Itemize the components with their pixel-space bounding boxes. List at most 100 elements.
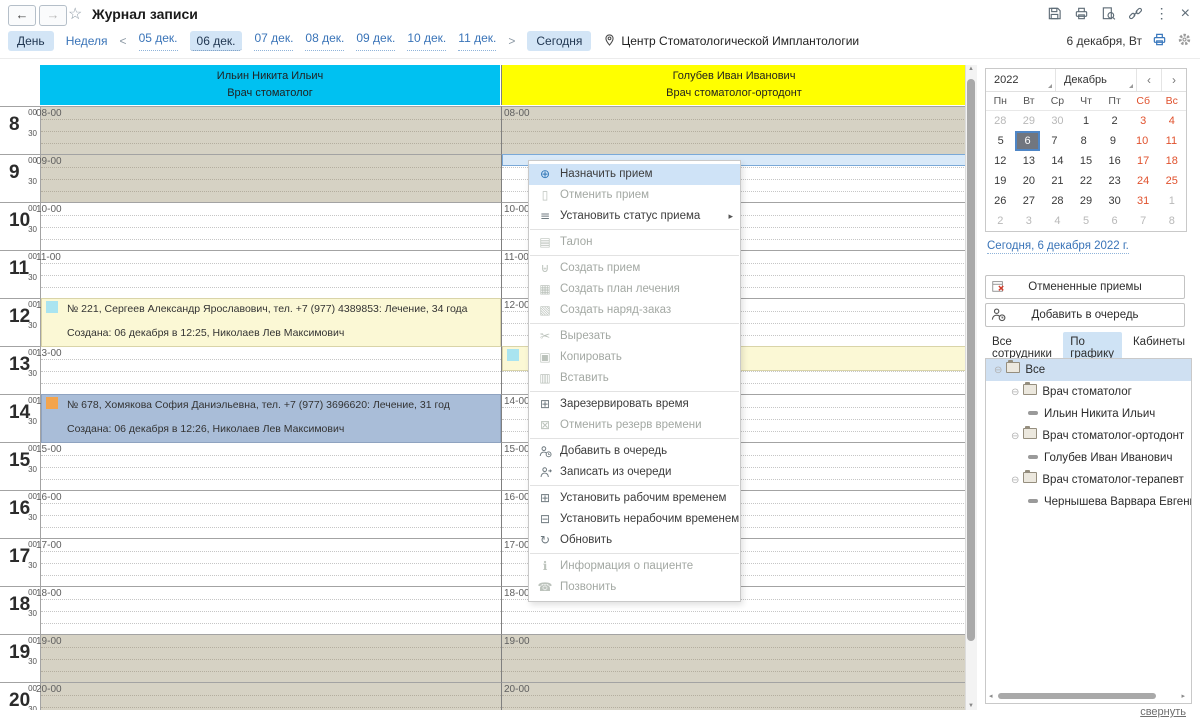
date-tab[interactable]: 06 дек. bbox=[189, 31, 243, 51]
calendar-next-month-icon[interactable]: › bbox=[1162, 69, 1186, 91]
menu-item-set-status[interactable]: ≡ Установить статус приема ▸ bbox=[529, 206, 740, 227]
forward-button[interactable]: → bbox=[39, 5, 67, 26]
calendar-day[interactable]: 25 bbox=[1157, 171, 1186, 191]
date-tab[interactable]: 09 дек. bbox=[356, 31, 396, 51]
date-tab[interactable]: 08 дек. bbox=[305, 31, 345, 51]
tree-item[interactable]: Голубев Иван Иванович bbox=[986, 447, 1191, 469]
menu-item-cut[interactable]: ✂ Вырезать bbox=[529, 326, 740, 347]
calendar-day[interactable]: 17 bbox=[1129, 151, 1158, 171]
menu-item-patient-info[interactable]: ℹ Информация о пациенте bbox=[529, 556, 740, 577]
save-icon[interactable] bbox=[1047, 6, 1062, 21]
vertical-scrollbar[interactable]: ▲ ▼ bbox=[965, 65, 977, 710]
favorite-star-icon[interactable]: ☆ bbox=[68, 4, 82, 24]
calendar-day[interactable]: 1 bbox=[1072, 111, 1101, 131]
tree-horizontal-scrollbar[interactable]: ◂ ▸ bbox=[989, 692, 1185, 700]
calendar-day-selected[interactable]: 6 bbox=[1015, 131, 1040, 151]
appointment-block[interactable]: № 678, Хомякова София Даниэльевна, тел. … bbox=[41, 394, 501, 443]
schedule-cell[interactable]: 17-00 bbox=[36, 538, 501, 587]
schedule-cell[interactable]: 13-00 bbox=[36, 346, 501, 395]
calendar-day[interactable]: 19 bbox=[986, 171, 1015, 191]
vertical-scrollbar-thumb[interactable] bbox=[967, 79, 975, 641]
tree-item[interactable]: ⊖ Врач стоматолог-ортодонт bbox=[986, 425, 1191, 447]
doctor-column-header[interactable]: Голубев Иван Иванович Врач стоматолог-орт… bbox=[501, 65, 966, 105]
tree-item[interactable]: Чернышева Варвара Евгеньев... bbox=[986, 491, 1191, 513]
menu-item-refresh[interactable]: ↻ Обновить bbox=[529, 530, 740, 551]
schedule-cell[interactable]: 15-00 bbox=[36, 442, 501, 491]
date-tab[interactable]: 11 дек. bbox=[458, 31, 497, 51]
view-week-button[interactable]: Неделя bbox=[66, 34, 108, 48]
calendar-day[interactable]: 4 bbox=[1043, 211, 1072, 231]
calendar-day[interactable]: 29 bbox=[1072, 191, 1101, 211]
tree-item[interactable]: Ильин Никита Ильич bbox=[986, 403, 1191, 425]
preview-icon[interactable] bbox=[1101, 6, 1116, 21]
schedule-cell[interactable]: 08-00 bbox=[36, 106, 501, 155]
calendar-day[interactable]: 5 bbox=[1072, 211, 1101, 231]
collapse-toggle-icon[interactable]: ⊖ bbox=[994, 365, 1002, 376]
schedule-cell[interactable]: 11-00 bbox=[36, 250, 501, 299]
calendar-day[interactable]: 4 bbox=[1157, 111, 1186, 131]
date-tab[interactable]: 07 дек. bbox=[254, 31, 294, 51]
back-button[interactable]: ← bbox=[8, 5, 36, 26]
tree-scroll-left-icon[interactable]: ◂ bbox=[989, 692, 993, 700]
doctor-column-header[interactable]: Ильин Никита Ильич Врач стоматолог bbox=[40, 65, 500, 105]
calendar-day[interactable]: 2 bbox=[1100, 111, 1129, 131]
menu-item-copy[interactable]: ▣ Копировать bbox=[529, 347, 740, 368]
close-icon[interactable]: × bbox=[1181, 6, 1190, 22]
date-tab[interactable]: 05 дек. bbox=[138, 31, 178, 51]
tree-scroll-right-icon[interactable]: ▸ bbox=[1181, 692, 1185, 700]
settings-gear-icon[interactable] bbox=[1177, 32, 1192, 50]
calendar-day[interactable]: 20 bbox=[1015, 171, 1044, 191]
schedule-cell[interactable]: 16-00 bbox=[36, 490, 501, 539]
calendar-day[interactable]: 30 bbox=[1100, 191, 1129, 211]
calendar-day[interactable]: 10 bbox=[1128, 131, 1157, 151]
calendar-day[interactable]: 16 bbox=[1100, 151, 1129, 171]
print-icon[interactable] bbox=[1074, 6, 1089, 21]
next-dates-icon[interactable]: > bbox=[508, 34, 515, 48]
add-to-queue-button[interactable]: Добавить в очередь bbox=[985, 303, 1185, 327]
calendar-day[interactable]: 3 bbox=[1015, 211, 1044, 231]
scroll-down-icon[interactable]: ▼ bbox=[968, 703, 974, 709]
today-button[interactable]: Сегодня bbox=[527, 31, 592, 51]
calendar-day[interactable]: 1 bbox=[1157, 191, 1186, 211]
calendar-day[interactable]: 31 bbox=[1129, 191, 1158, 211]
cancelled-appointments-button[interactable]: Отмененные приемы bbox=[985, 275, 1185, 299]
calendar-year-select[interactable]: 2022 bbox=[986, 69, 1056, 91]
clinic-selector[interactable]: Центр Стоматологической Имплантологии bbox=[603, 33, 859, 50]
calendar-day[interactable]: 6 bbox=[1100, 211, 1129, 231]
calendar-day[interactable]: 12 bbox=[986, 151, 1015, 171]
menu-item-call[interactable]: ☎ Позвонить bbox=[529, 577, 740, 598]
collapse-toggle-icon[interactable]: ⊖ bbox=[1011, 475, 1019, 486]
tree-item[interactable]: ⊖ Врач стоматолог bbox=[986, 381, 1191, 403]
menu-item-ticket[interactable]: ▤ Талон bbox=[529, 232, 740, 253]
schedule-cell[interactable]: 10-00 bbox=[36, 202, 501, 251]
schedule-cell[interactable]: 20-00 bbox=[36, 682, 501, 710]
calendar-day[interactable]: 9 bbox=[1098, 131, 1127, 151]
calendar-day[interactable]: 15 bbox=[1072, 151, 1101, 171]
schedule-cell[interactable]: 19-00 bbox=[501, 634, 967, 683]
calendar-month-select[interactable]: Декабрь bbox=[1056, 69, 1137, 91]
menu-item-create-visit[interactable]: ⊎ Создать прием bbox=[529, 258, 740, 279]
tree-item[interactable]: ⊖ Все bbox=[986, 359, 1191, 381]
menu-item-set-nonworking-time[interactable]: ⊟ Установить нерабочим временем bbox=[529, 509, 740, 530]
print-schedule-icon[interactable] bbox=[1152, 32, 1167, 50]
prev-dates-icon[interactable]: < bbox=[120, 34, 127, 48]
schedule-cell[interactable]: 18-00 bbox=[36, 586, 501, 635]
calendar-day[interactable]: 5 bbox=[986, 131, 1015, 151]
schedule-cell[interactable]: 09-00 bbox=[36, 154, 501, 203]
menu-item-create-treatment-plan[interactable]: ▦ Создать план лечения bbox=[529, 279, 740, 300]
calendar-day[interactable]: 13 bbox=[1015, 151, 1044, 171]
scroll-up-icon[interactable]: ▲ bbox=[968, 66, 974, 72]
calendar-day[interactable]: 18 bbox=[1157, 151, 1186, 171]
schedule-cell[interactable]: 19-00 bbox=[36, 634, 501, 683]
menu-item-write-from-queue[interactable]: Записать из очереди bbox=[529, 462, 740, 483]
menu-item-assign-appointment[interactable]: ⊕ Назначить прием bbox=[529, 164, 740, 185]
menu-item-cancel-appointment[interactable]: ▯ Отменить прием bbox=[529, 185, 740, 206]
menu-item-set-working-time[interactable]: ⊞ Установить рабочим временем bbox=[529, 488, 740, 509]
appointment-block[interactable]: № 221, Сергеев Александр Ярославович, те… bbox=[41, 298, 501, 347]
today-link[interactable]: Сегодня, 6 декабря 2022 г. bbox=[987, 240, 1129, 254]
calendar-prev-month-icon[interactable]: ‹ bbox=[1137, 69, 1162, 91]
menu-item-reserve-time[interactable]: ⊞ Зарезервировать время bbox=[529, 394, 740, 415]
collapse-toggle-icon[interactable]: ⊖ bbox=[1011, 387, 1019, 398]
calendar-day[interactable]: 7 bbox=[1040, 131, 1069, 151]
calendar-day[interactable]: 3 bbox=[1129, 111, 1158, 131]
